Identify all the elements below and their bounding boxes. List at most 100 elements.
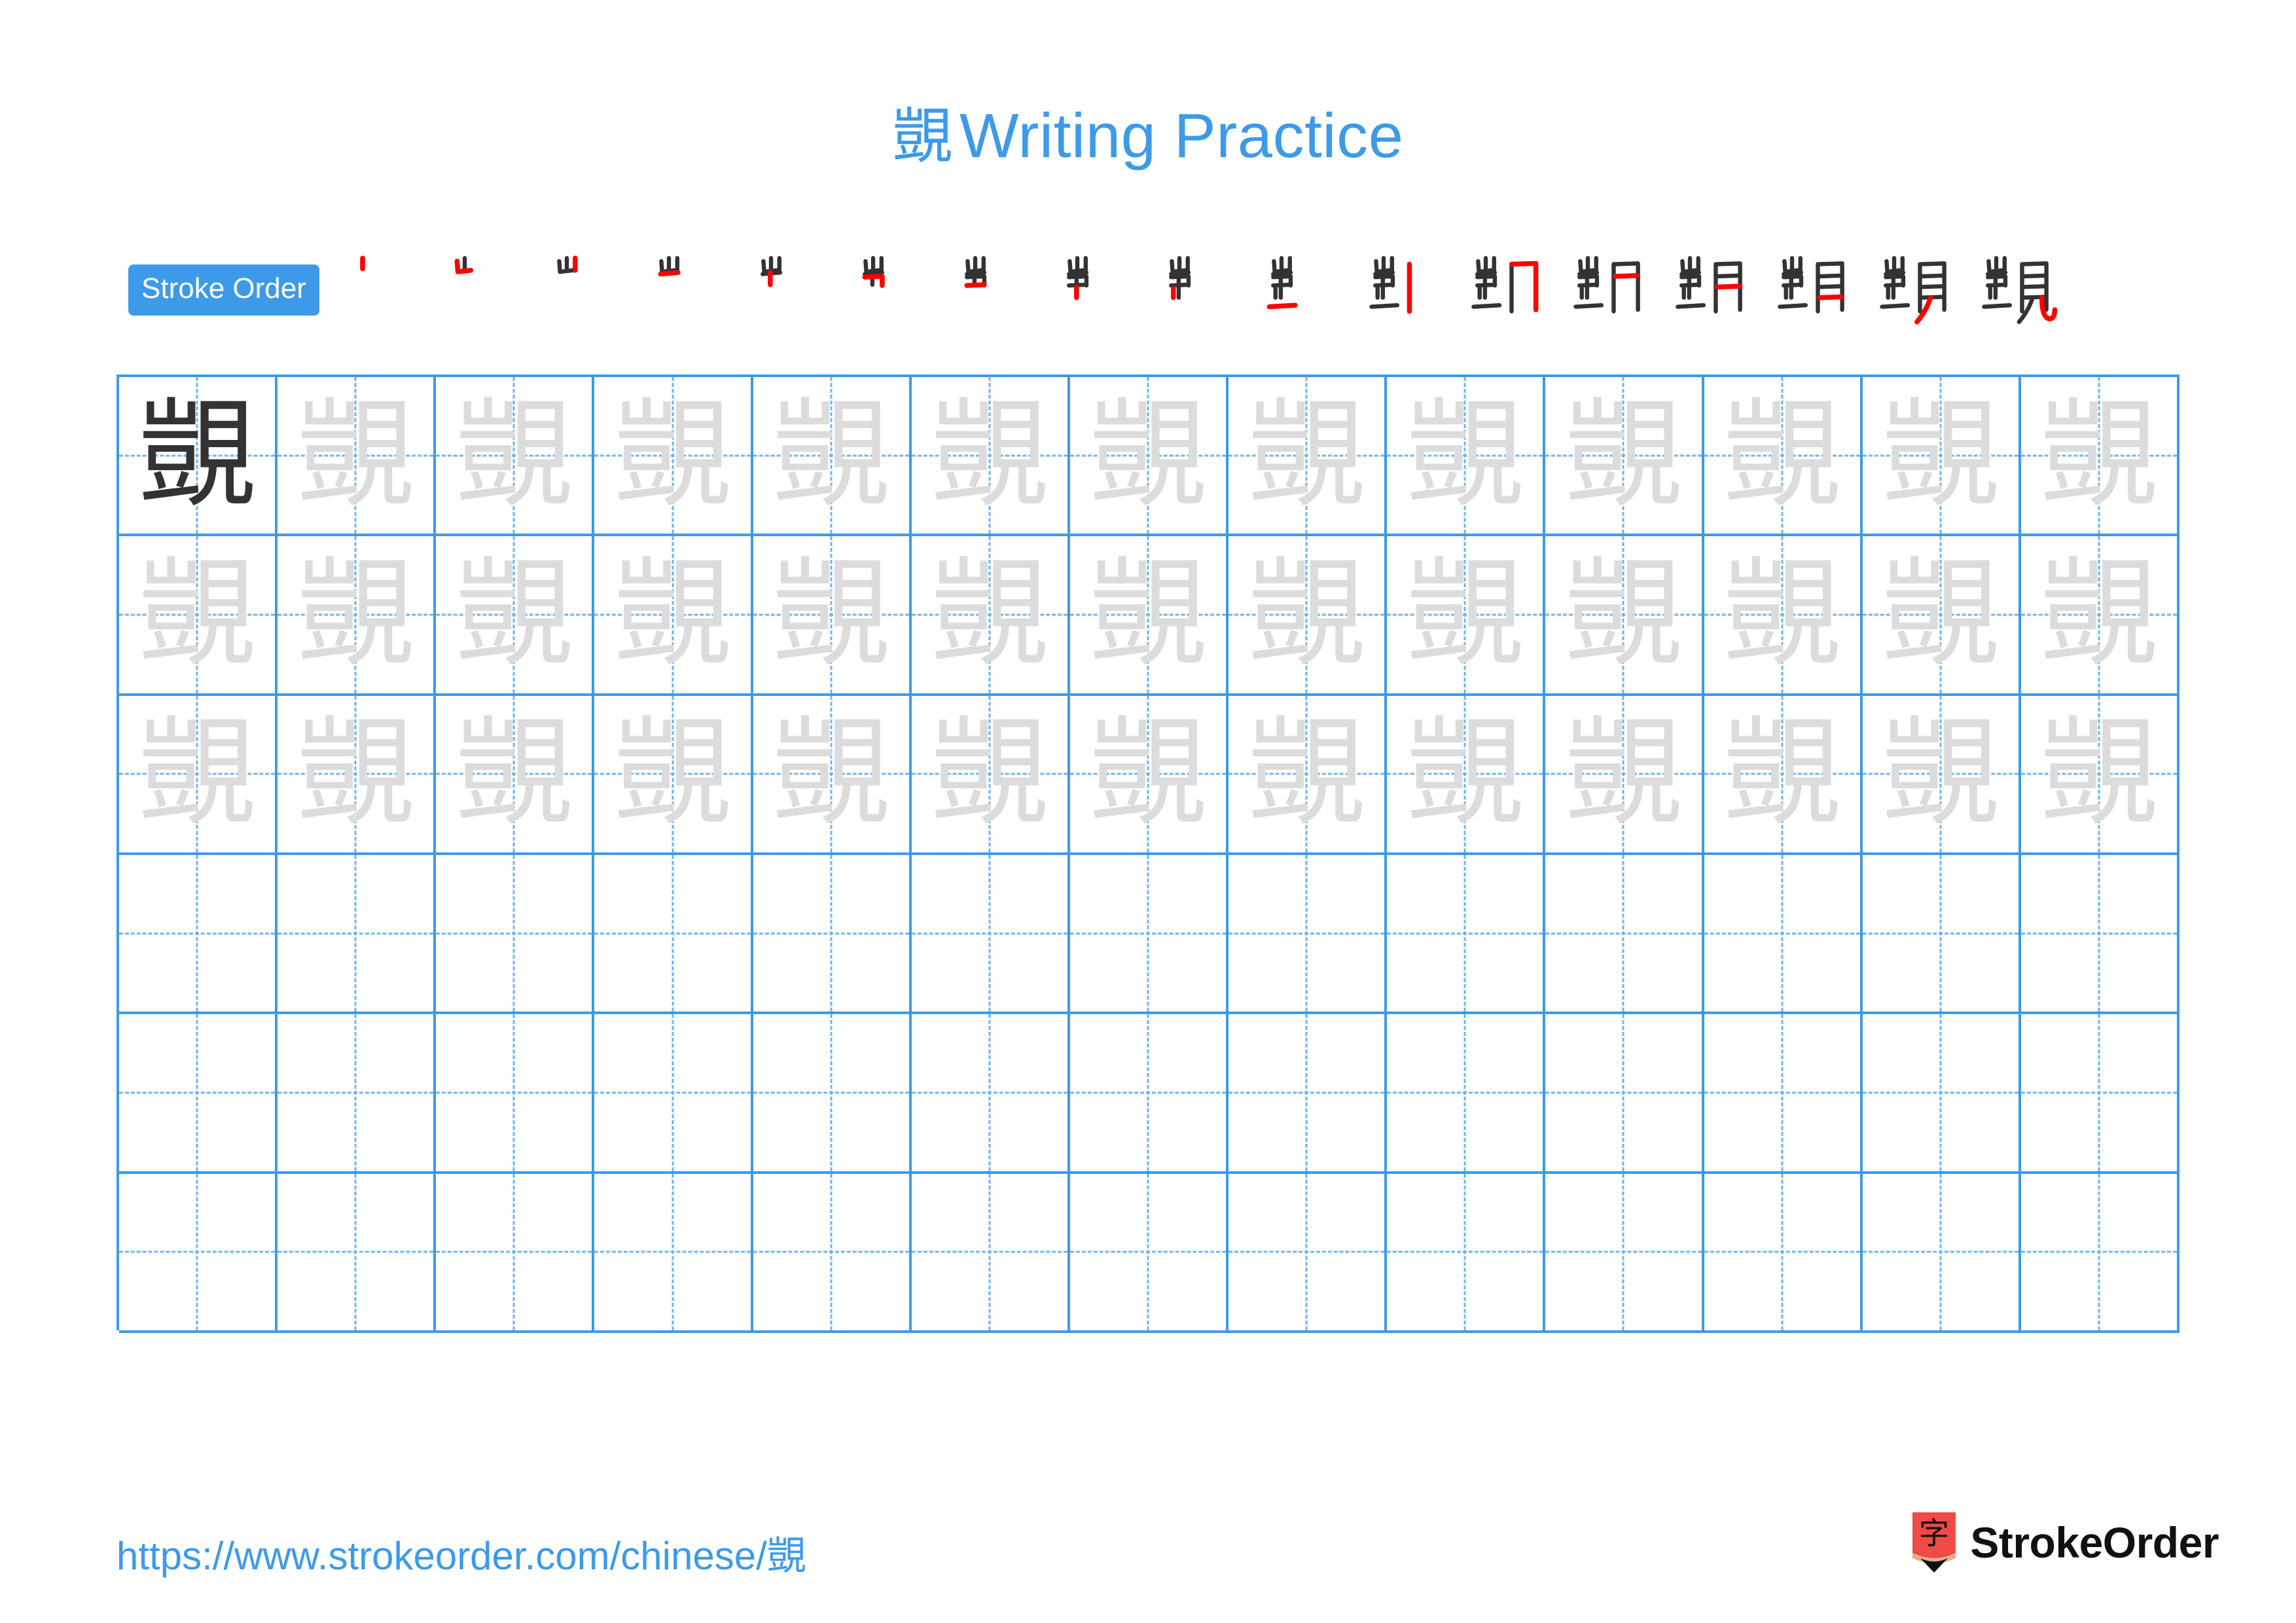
practice-cell-r1-c13[interactable]: 覬	[2020, 377, 2180, 537]
practice-cell-r1-c6[interactable]: 覬	[911, 377, 1070, 537]
tracing-character: 覬	[138, 548, 257, 680]
practice-cell-r6-c10[interactable]	[1545, 1173, 1704, 1333]
practice-cell-r3-c3[interactable]: 覬	[436, 695, 595, 855]
practice-cell-r5-c2[interactable]	[278, 1014, 437, 1174]
practice-cell-r6-c13[interactable]	[2020, 1173, 2180, 1333]
practice-cell-r3-c10[interactable]: 覬	[1545, 695, 1704, 855]
practice-cell-r5-c7[interactable]	[1069, 1014, 1229, 1174]
new-stroke	[658, 270, 681, 277]
practice-cell-r1-c4[interactable]: 覬	[594, 377, 753, 537]
stroke-step-diagram	[658, 256, 681, 277]
tracing-character: 覬	[930, 548, 1049, 680]
practice-cell-r2-c2[interactable]: 覬	[278, 536, 437, 696]
practice-cell-r1-c5[interactable]: 覬	[753, 377, 912, 537]
practice-cell-r5-c3[interactable]	[436, 1014, 595, 1174]
practice-cell-r4-c1[interactable]	[119, 854, 278, 1015]
practice-cell-r5-c9[interactable]	[1387, 1014, 1546, 1174]
practice-cell-r2-c10[interactable]: 覬	[1545, 536, 1704, 696]
practice-cell-r4-c7[interactable]	[1069, 854, 1229, 1015]
practice-cell-r2-c12[interactable]: 覬	[1862, 536, 2021, 696]
practice-cell-r2-c7[interactable]: 覬	[1069, 536, 1229, 696]
cell-vertical-guide	[1939, 854, 1942, 1012]
stroke-step-diagram	[760, 256, 783, 287]
practice-cell-r6-c11[interactable]	[1704, 1173, 1863, 1333]
practice-cell-r3-c11[interactable]: 覬	[1704, 695, 1863, 855]
practice-cell-r2-c11[interactable]: 覬	[1704, 536, 1863, 696]
practice-cell-r4-c3[interactable]	[436, 854, 595, 1015]
practice-cell-r2-c9[interactable]: 覬	[1387, 536, 1546, 696]
stroke-step-diagram	[862, 256, 885, 288]
practice-cell-r4-c12[interactable]	[1862, 854, 2021, 1015]
practice-cell-r2-c8[interactable]: 覬	[1229, 536, 1388, 696]
practice-cell-r5-c4[interactable]	[594, 1014, 753, 1174]
practice-cell-r6-c3[interactable]	[436, 1173, 595, 1333]
practice-cell-r4-c5[interactable]	[753, 854, 912, 1015]
practice-cell-r1-c3[interactable]: 覬	[436, 377, 595, 537]
practice-cell-r5-c8[interactable]	[1229, 1014, 1388, 1174]
practice-cell-r3-c2[interactable]: 覬	[278, 695, 437, 855]
practice-cell-r5-c1[interactable]	[119, 1014, 278, 1174]
practice-cell-r3-c4[interactable]: 覬	[594, 695, 753, 855]
stroke-step-diagram	[557, 255, 578, 274]
practice-cell-r6-c1[interactable]	[119, 1173, 278, 1333]
practice-cell-r4-c13[interactable]	[2020, 854, 2180, 1015]
practice-cell-r1-c11[interactable]: 覬	[1704, 377, 1863, 537]
practice-cell-r3-c9[interactable]: 覬	[1387, 695, 1546, 855]
practice-cell-r2-c4[interactable]: 覬	[594, 536, 753, 696]
practice-cell-r3-c8[interactable]: 覬	[1229, 695, 1388, 855]
stroke-step-diagram	[1778, 256, 1844, 314]
page-title: 覬 Writing Practice	[893, 105, 1404, 168]
practice-cell-r3-c1[interactable]: 覬	[119, 695, 278, 855]
practice-cell-r4-c11[interactable]	[1704, 854, 1863, 1015]
stroke-step-15	[1765, 247, 1867, 333]
tracing-character: 覬	[772, 389, 890, 521]
practice-cell-r1-c2[interactable]: 覬	[278, 377, 437, 537]
practice-cell-r1-c10[interactable]: 覬	[1545, 377, 1704, 537]
cell-vertical-guide	[1463, 854, 1466, 1012]
practice-cell-r6-c12[interactable]	[1862, 1173, 2021, 1333]
stroke-step-diagram	[1369, 256, 1412, 314]
tracing-character: 覬	[1089, 708, 1208, 840]
practice-cell-r6-c7[interactable]	[1069, 1173, 1229, 1333]
practice-cell-r4-c2[interactable]	[278, 854, 437, 1015]
practice-cell-r1-c7[interactable]: 覬	[1069, 377, 1229, 537]
practice-cell-r5-c12[interactable]	[1862, 1014, 2021, 1174]
practice-cell-r1-c9[interactable]: 覬	[1387, 377, 1546, 537]
practice-cell-r4-c4[interactable]	[594, 854, 753, 1015]
practice-cell-r5-c5[interactable]	[753, 1014, 912, 1174]
practice-cell-r1-c8[interactable]: 覬	[1229, 377, 1388, 537]
practice-cell-r6-c5[interactable]	[753, 1173, 912, 1333]
practice-cell-r1-c12[interactable]: 覬	[1862, 377, 2021, 537]
stroke-step-3	[539, 247, 641, 333]
practice-cell-r4-c9[interactable]	[1387, 854, 1546, 1015]
practice-cell-r1-c1[interactable]: 覬	[119, 377, 278, 537]
practice-cell-r4-c8[interactable]	[1229, 854, 1388, 1015]
practice-cell-r6-c6[interactable]	[911, 1173, 1070, 1333]
brand-logo: 字 StrokeOrder	[1912, 1512, 2219, 1573]
practice-cell-r3-c6[interactable]: 覬	[911, 695, 1070, 855]
practice-cell-r5-c6[interactable]	[911, 1014, 1070, 1174]
source-url-link[interactable]: https://www.strokeorder.com/chinese/覬	[117, 1524, 806, 1581]
practice-cell-r6-c9[interactable]	[1387, 1173, 1546, 1333]
stroke-step-2	[437, 247, 539, 333]
practice-cell-r6-c2[interactable]	[278, 1173, 437, 1333]
practice-cell-r3-c7[interactable]: 覬	[1069, 695, 1229, 855]
practice-cell-r4-c6[interactable]	[911, 854, 1070, 1015]
practice-cell-r2-c3[interactable]: 覬	[436, 536, 595, 696]
stroke-step-8	[1050, 247, 1152, 333]
tracing-character: 覬	[1247, 389, 1366, 521]
practice-cell-r3-c13[interactable]: 覬	[2020, 695, 2180, 855]
practice-cell-r3-c12[interactable]: 覬	[1862, 695, 2021, 855]
practice-cell-r6-c8[interactable]	[1229, 1173, 1388, 1333]
practice-cell-r5-c10[interactable]	[1545, 1014, 1704, 1174]
practice-cell-r4-c10[interactable]	[1545, 854, 1704, 1015]
practice-cell-r2-c1[interactable]: 覬	[119, 536, 278, 696]
practice-cell-r6-c4[interactable]	[594, 1173, 753, 1333]
practice-cell-r2-c6[interactable]: 覬	[911, 536, 1070, 696]
practice-cell-r2-c13[interactable]: 覬	[2020, 536, 2180, 696]
cell-vertical-guide	[512, 854, 515, 1012]
practice-cell-r3-c5[interactable]: 覬	[753, 695, 912, 855]
practice-cell-r5-c13[interactable]	[2020, 1014, 2180, 1174]
practice-cell-r2-c5[interactable]: 覬	[753, 536, 912, 696]
practice-cell-r5-c11[interactable]	[1704, 1014, 1863, 1174]
